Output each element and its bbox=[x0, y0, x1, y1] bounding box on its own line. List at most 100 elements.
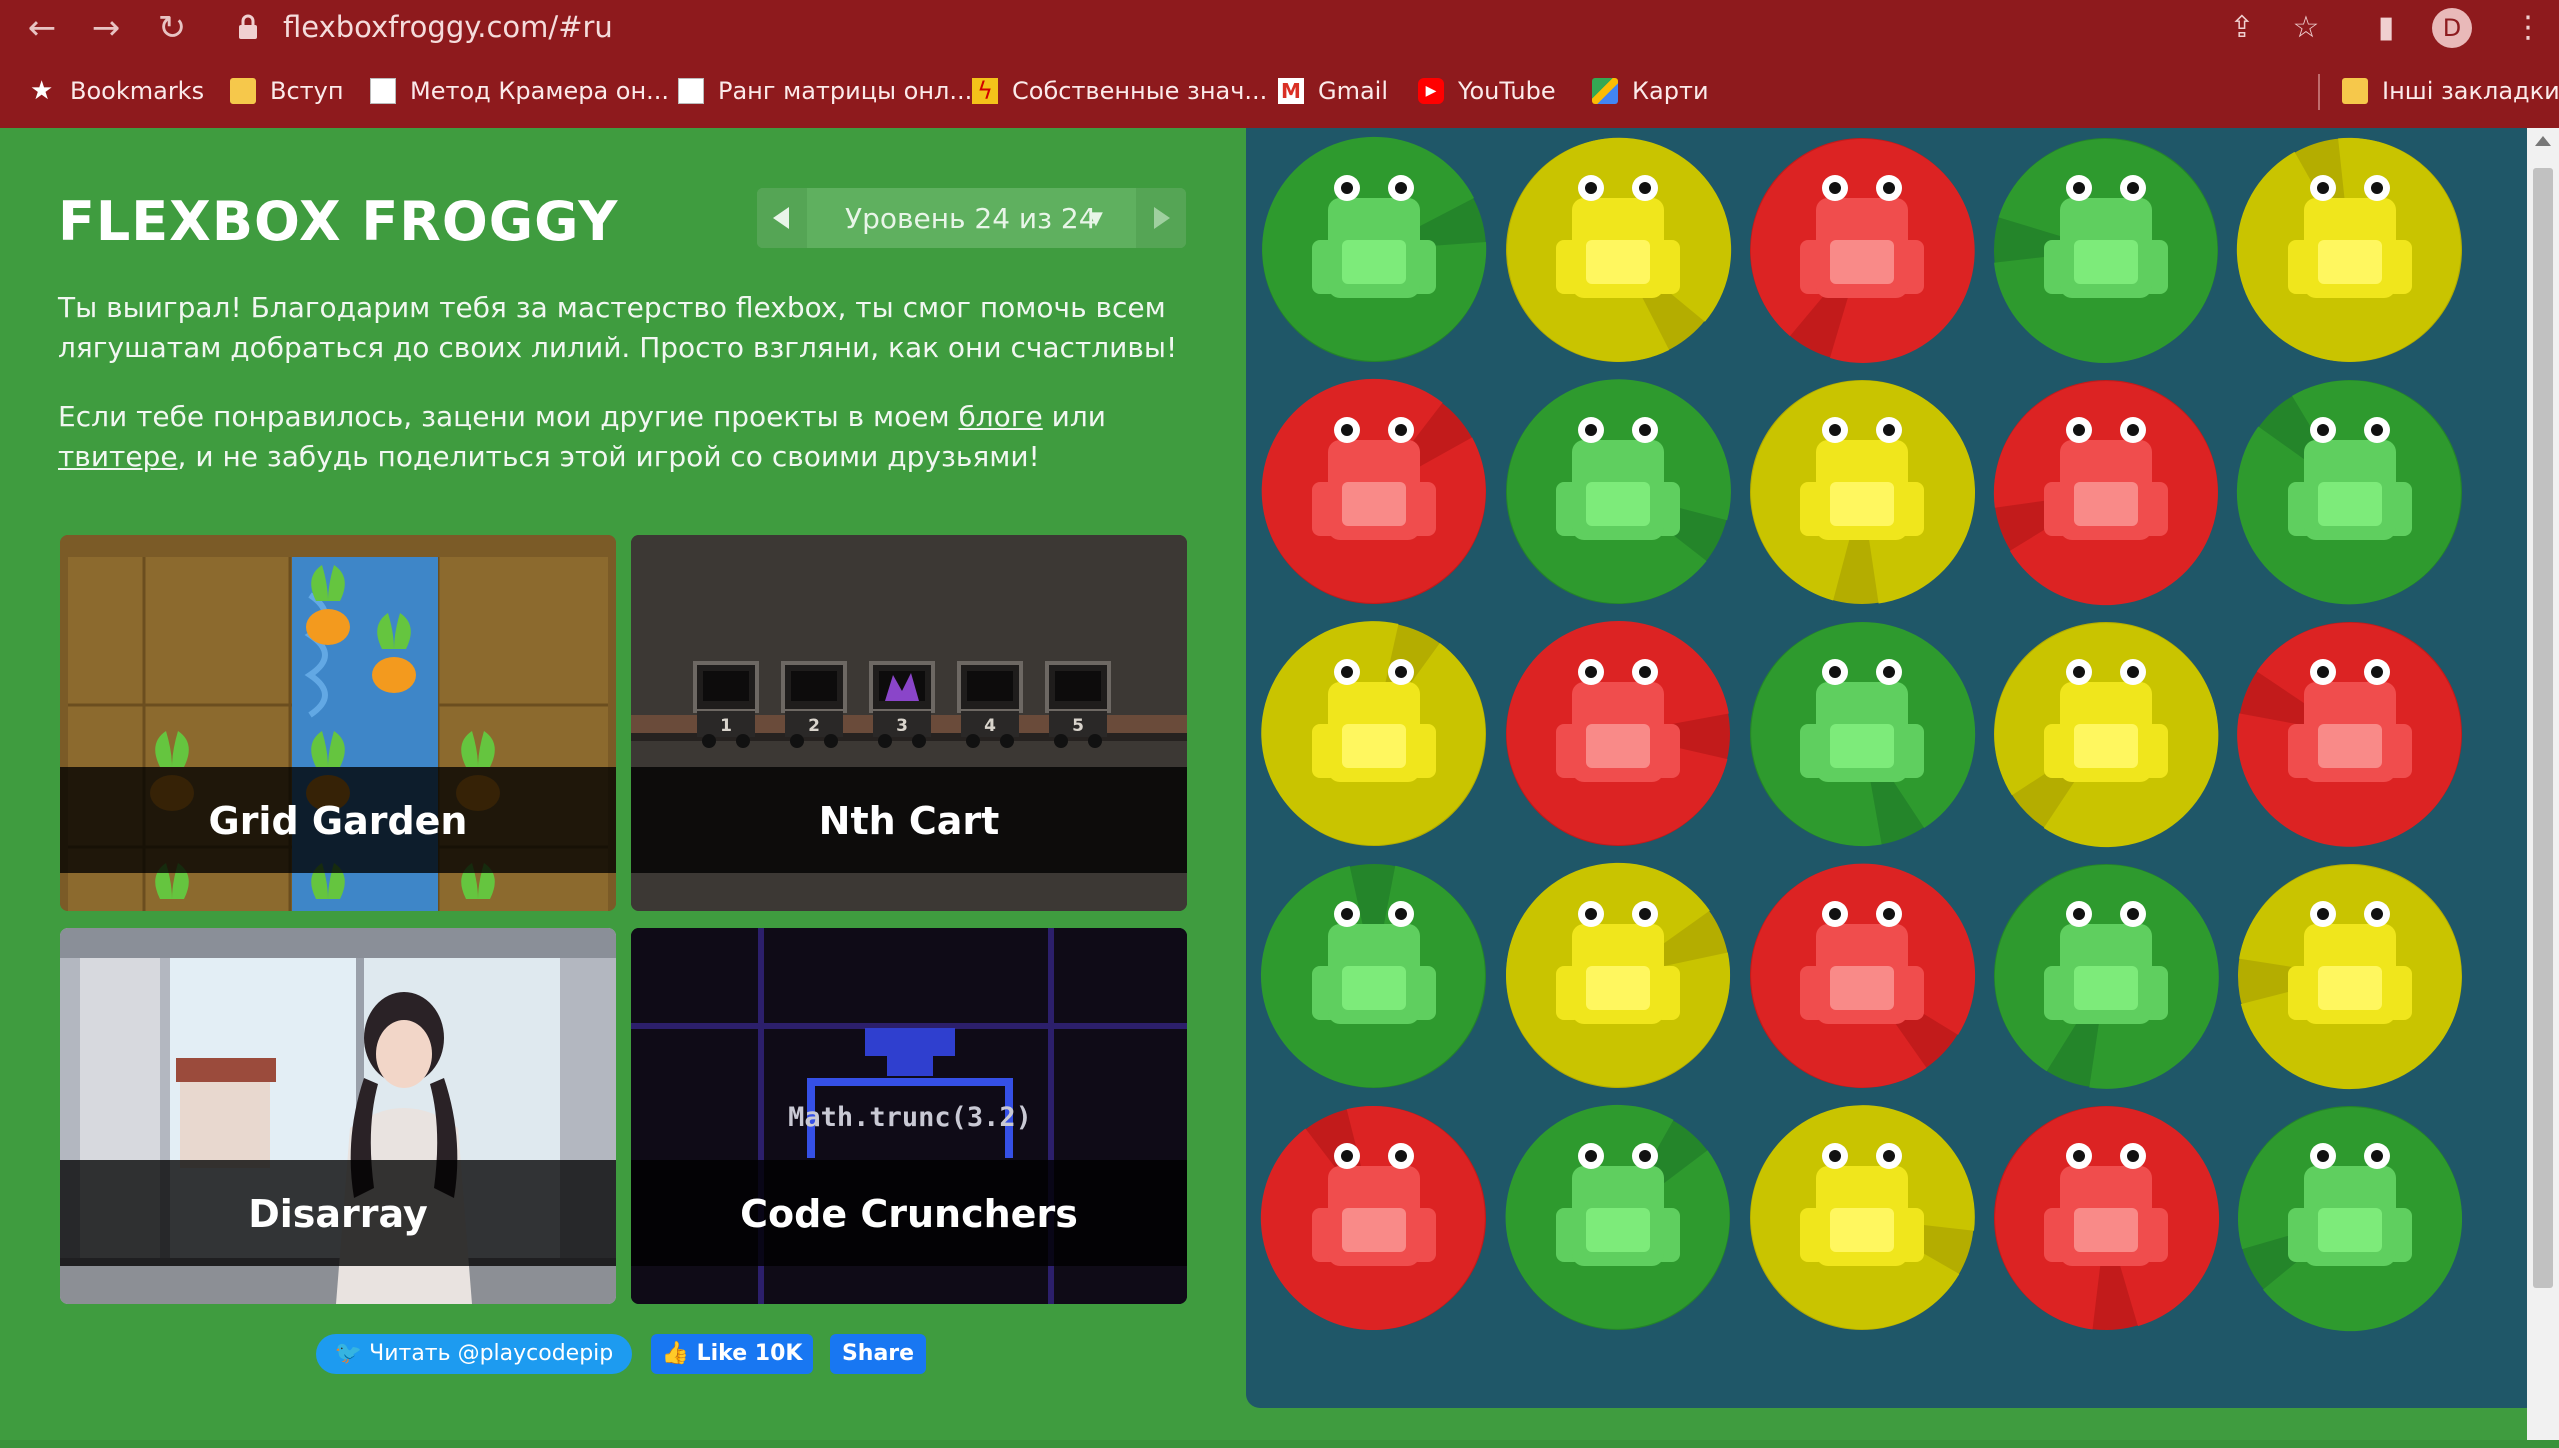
blog-link[interactable]: блоге bbox=[959, 400, 1043, 433]
other-bookmarks[interactable]: Інші закладки bbox=[2342, 72, 2559, 110]
pond-board bbox=[1246, 128, 2527, 1408]
page-content: FLEXBOX FROGGY Уровень 24 из 24 ▼ Ты выи… bbox=[0, 128, 2559, 1448]
facebook-share-button[interactable]: Share bbox=[830, 1334, 926, 1374]
frog-on-lilypad bbox=[1261, 378, 1486, 604]
frog-on-lilypad bbox=[2238, 1106, 2462, 1332]
frog-on-lilypad bbox=[1993, 380, 2218, 606]
bookmark-label: Собственные знач... bbox=[1012, 77, 1268, 105]
mine-cart: 4 bbox=[957, 661, 1023, 748]
next-level-button[interactable] bbox=[1136, 188, 1186, 248]
frog-on-lilypad bbox=[1994, 622, 2219, 848]
level-navigator: Уровень 24 из 24 ▼ bbox=[757, 188, 1186, 248]
bookmark-item[interactable]: ★ Bookmarks bbox=[30, 72, 204, 110]
twitter-follow-button[interactable]: 🐦 Читать @playcodepip bbox=[316, 1334, 632, 1374]
back-arrow-icon[interactable]: ← bbox=[22, 8, 62, 48]
twitter-bird-icon: 🐦 bbox=[334, 1341, 370, 1366]
folder-icon bbox=[2342, 78, 2368, 104]
cart-number: 5 bbox=[1072, 716, 1084, 736]
page-icon bbox=[370, 78, 396, 104]
bookmark-label: Метод Крамера он... bbox=[410, 77, 670, 105]
frog-on-lilypad bbox=[1506, 620, 1730, 846]
promo-text: Если тебе понравилось, зацени мои другие… bbox=[58, 400, 959, 433]
frog-on-lilypad bbox=[1262, 136, 1487, 362]
youtube-icon: ▶ bbox=[1418, 78, 1444, 104]
bookmark-item[interactable]: Ранг матрицы онл... bbox=[678, 72, 972, 110]
bookmark-item[interactable]: ϟ Собственные знач... bbox=[972, 72, 1267, 110]
bookmark-item[interactable]: M Gmail bbox=[1278, 72, 1388, 110]
scrollbar-thumb[interactable] bbox=[2533, 168, 2553, 1288]
lilypads-and-frogs bbox=[1260, 136, 2462, 1332]
bookmark-item[interactable]: Вступ bbox=[230, 72, 344, 110]
bookmark-label: YouTube bbox=[1458, 77, 1556, 105]
page-icon bbox=[678, 78, 704, 104]
scroll-up-arrow-icon[interactable] bbox=[2535, 136, 2551, 146]
disarray-card[interactable]: Disarray bbox=[60, 928, 616, 1304]
promo-message: Если тебе понравилось, зацени мои другие… bbox=[58, 397, 1188, 477]
star-icon: ★ bbox=[30, 76, 54, 106]
bookmark-star-icon[interactable]: ☆ bbox=[2288, 10, 2324, 46]
frog-on-lilypad bbox=[1750, 863, 1976, 1088]
folder-icon bbox=[230, 78, 256, 104]
cart-number: 2 bbox=[808, 716, 820, 736]
bookmark-label: Карти bbox=[1632, 77, 1709, 105]
frog-on-lilypad bbox=[1505, 379, 1731, 604]
card-title[interactable]: Grid Garden bbox=[60, 799, 616, 843]
level-indicator[interactable]: Уровень 24 из 24 bbox=[845, 202, 1097, 235]
bookmarks-bar: ★ Bookmarks Вступ Метод Крамера он... Ра… bbox=[0, 54, 2559, 128]
menu-dots-icon[interactable]: ⋮ bbox=[2510, 10, 2546, 46]
page-bottom-strip bbox=[0, 1440, 2559, 1448]
frog-on-lilypad bbox=[1994, 138, 2218, 363]
twitter-follow-label: Читать @playcodepip bbox=[369, 1341, 614, 1366]
cart-number: 3 bbox=[896, 716, 908, 736]
bookmark-item[interactable]: Карти bbox=[1592, 72, 1709, 110]
bookmark-item[interactable]: ▶ YouTube bbox=[1418, 72, 1556, 110]
forward-arrow-icon[interactable]: → bbox=[86, 8, 126, 48]
frog-on-lilypad bbox=[2237, 622, 2462, 847]
cart-number: 4 bbox=[984, 716, 996, 736]
grid-garden-card[interactable]: Grid Garden bbox=[60, 535, 616, 911]
bookmark-label: Bookmarks bbox=[70, 77, 205, 105]
profile-avatar[interactable]: D bbox=[2432, 8, 2472, 48]
bookmark-item[interactable]: Метод Крамера он... bbox=[370, 72, 669, 110]
bookmarks-divider bbox=[2318, 74, 2320, 110]
caret-down-icon[interactable]: ▼ bbox=[1089, 208, 1103, 229]
side-panel-icon[interactable]: ▮ bbox=[2368, 10, 2404, 46]
code-expression: Math.trunc(3.2) bbox=[788, 1102, 1032, 1133]
card-title[interactable]: Code Crunchers bbox=[631, 1192, 1187, 1236]
card-title[interactable]: Disarray bbox=[60, 1192, 616, 1236]
browser-toolbar: ← → ↻ flexboxfroggy.com/#ru ⇪ ☆ ▮ D ⋮ bbox=[0, 0, 2559, 54]
promo-text: , и не забудь поделиться этой игрой со с… bbox=[177, 440, 1040, 473]
frog-on-lilypad bbox=[1260, 864, 1486, 1088]
page-scrollbar[interactable] bbox=[2527, 128, 2559, 1448]
cart-number: 1 bbox=[720, 716, 732, 736]
frog-on-lilypad bbox=[1506, 137, 1732, 362]
bookmark-label: Вступ bbox=[270, 77, 344, 105]
share-page-icon[interactable]: ⇪ bbox=[2224, 10, 2260, 46]
code-crunchers-card[interactable]: Math.trunc(3.2) Code Crunchers bbox=[631, 928, 1187, 1304]
mine-cart: 3 bbox=[869, 661, 935, 748]
lock-icon bbox=[239, 14, 257, 39]
frog-on-lilypad bbox=[1750, 622, 1976, 847]
frog-on-lilypad bbox=[2236, 137, 2462, 362]
frog-on-lilypad bbox=[1994, 1106, 2220, 1330]
card-title[interactable]: Nth Cart bbox=[631, 799, 1187, 843]
facebook-like-button[interactable]: 👍 Like 10K bbox=[651, 1334, 813, 1374]
twitter-link[interactable]: твитере bbox=[58, 440, 178, 473]
frog-on-lilypad bbox=[1505, 1104, 1730, 1330]
url-text[interactable]: flexboxfroggy.com/#ru bbox=[283, 10, 613, 44]
frog-on-lilypad bbox=[1750, 380, 1975, 604]
thumbs-up-icon: 👍 bbox=[661, 1341, 697, 1366]
frog-on-lilypad bbox=[1750, 1105, 1975, 1330]
nth-cart-card[interactable]: 1 2 3 4 5 Nth Cart bbox=[631, 535, 1187, 911]
previous-level-button[interactable] bbox=[757, 188, 807, 248]
bookmark-label: Ранг матрицы онл... bbox=[718, 77, 973, 105]
mine-cart: 5 bbox=[1045, 661, 1111, 748]
bolt-icon: ϟ bbox=[972, 78, 998, 104]
reload-icon[interactable]: ↻ bbox=[152, 8, 192, 48]
frog-on-lilypad bbox=[1260, 1105, 1486, 1330]
page-title: FLEXBOX FROGGY bbox=[58, 190, 619, 253]
frog-on-lilypad bbox=[1750, 138, 1975, 363]
gmail-icon: M bbox=[1278, 78, 1304, 104]
frog-on-lilypad bbox=[2236, 380, 2462, 605]
frog-on-lilypad bbox=[2238, 864, 2462, 1090]
